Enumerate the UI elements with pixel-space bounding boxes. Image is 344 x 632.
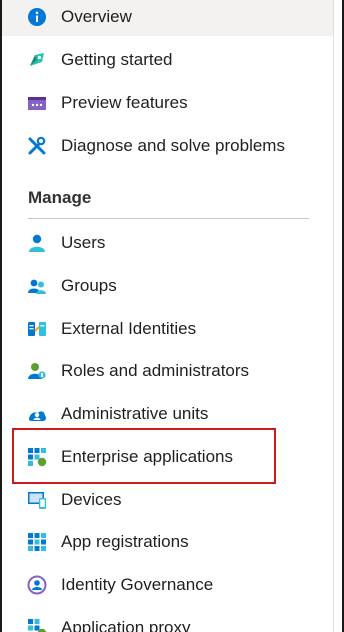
sidebar-divider [333,0,334,632]
nav-item-label: Devices [61,490,122,509]
nav-item-label: Users [61,233,106,252]
nav-item-label: Identity Governance [61,575,214,594]
application-proxy-icon [27,618,47,632]
nav-item-label: App registrations [61,532,189,551]
nav-item-enterprise-applications[interactable]: Enterprise applications [2,438,333,476]
rocket-icon [27,50,47,70]
roles-icon [27,361,47,381]
section-divider [28,218,309,219]
enterprise-apps-icon [27,447,47,467]
nav-item-external-identities[interactable]: External Identities [2,310,333,348]
navigation-sidebar: Overview Getting started Preview feature… [2,0,342,632]
nav-item-label: Getting started [61,50,173,69]
nav-item-label: Groups [61,276,117,295]
nav-item-app-registrations[interactable]: App registrations [2,523,333,561]
nav-item-label: Enterprise applications [61,447,233,466]
preview-icon [27,93,47,113]
user-icon [27,233,47,253]
nav-item-getting-started[interactable]: Getting started [2,41,333,79]
wrench-icon [27,136,47,156]
devices-icon [27,490,47,510]
section-title-manage: Manage [28,188,92,207]
nav-item-diagnose[interactable]: Diagnose and solve problems [2,127,333,165]
nav-item-devices[interactable]: Devices [2,481,333,519]
nav-item-users[interactable]: Users [2,224,333,262]
external-identities-icon [27,319,47,339]
nav-item-identity-governance[interactable]: Identity Governance [2,566,333,604]
nav-item-application-proxy[interactable]: Application proxy [2,609,333,632]
nav-item-roles-and-administrators[interactable]: Roles and administrators [2,352,333,390]
nav-item-administrative-units[interactable]: Administrative units [2,395,333,433]
nav-item-label: Diagnose and solve problems [61,136,285,155]
app-registrations-icon [27,532,47,552]
nav-item-label: Overview [61,7,132,26]
nav-item-label: Roles and administrators [61,361,250,380]
group-icon [27,276,47,296]
info-icon [27,7,47,27]
nav-item-label: Administrative units [61,404,209,423]
nav-item-preview-features[interactable]: Preview features [2,84,333,122]
admin-units-icon [27,404,47,424]
nav-item-label: Application proxy [61,618,191,632]
nav-item-overview[interactable]: Overview [2,0,333,36]
nav-item-label: Preview features [61,93,188,112]
nav-item-label: External Identities [61,319,197,338]
nav-item-groups[interactable]: Groups [2,267,333,305]
identity-governance-icon [27,575,47,595]
